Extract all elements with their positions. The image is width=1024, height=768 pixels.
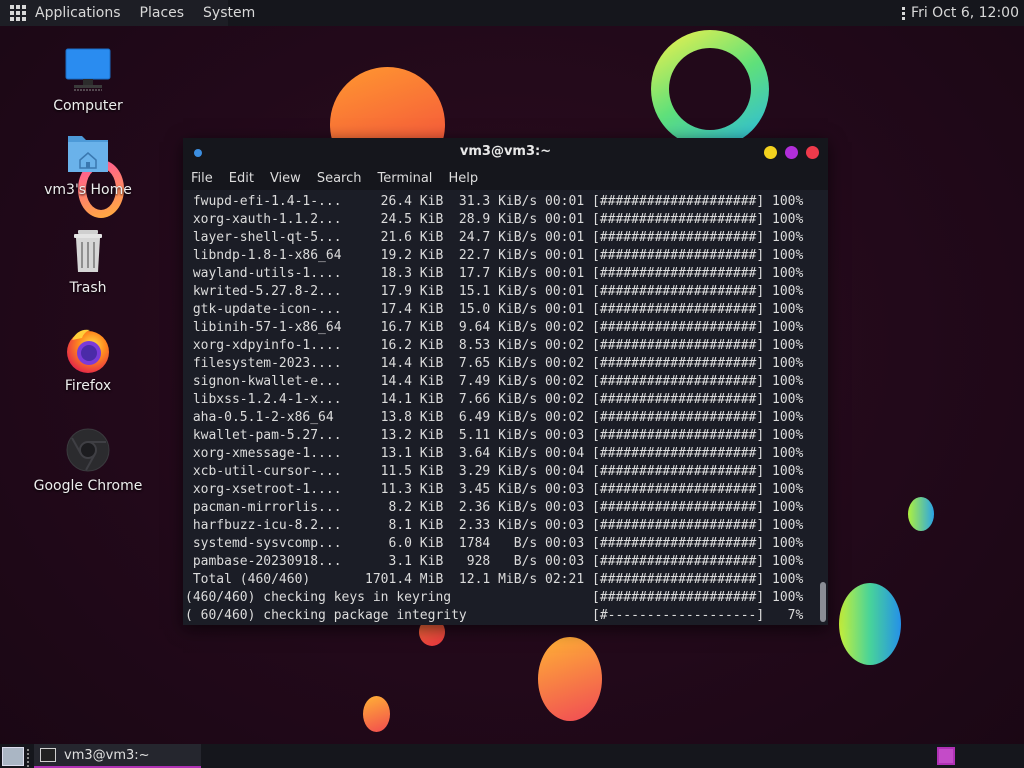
terminal-line: harfbuzz-icu-8.2... 8.1 KiB 2.33 KiB/s 0…	[185, 518, 804, 533]
desktop-icon-label: Computer	[53, 98, 123, 114]
applications-menu[interactable]: Applications	[35, 5, 121, 21]
terminal-line: xcb-util-cursor-... 11.5 KiB 3.29 KiB/s …	[185, 464, 804, 479]
menu-help[interactable]: Help	[448, 171, 478, 186]
menu-file[interactable]: File	[191, 171, 213, 186]
terminal-line: libndp-1.8-1-x86_64 19.2 KiB 22.7 KiB/s …	[185, 248, 804, 263]
terminal-line: systemd-sysvcomp... 6.0 KiB 1784 B/s 00:…	[185, 536, 804, 551]
trash-icon	[64, 228, 112, 276]
terminal-menubar: File Edit View Search Terminal Help	[183, 166, 828, 190]
panel-separator	[27, 749, 29, 767]
terminal-line: pambase-20230918... 3.1 KiB 928 B/s 00:0…	[185, 554, 804, 569]
desktop-icon-label: Google Chrome	[33, 478, 143, 494]
terminal-line: ( 60/460) checking package integrity [#-…	[185, 608, 804, 623]
terminal-line: xorg-xmessage-1.... 13.1 KiB 3.64 KiB/s …	[185, 446, 804, 461]
workspace-switcher[interactable]	[937, 747, 955, 765]
taskbar-item-label: vm3@vm3:~	[64, 747, 150, 763]
minimize-button[interactable]	[764, 146, 777, 159]
menu-search[interactable]: Search	[317, 171, 362, 186]
menu-view[interactable]: View	[270, 171, 301, 186]
desktop-icon-firefox[interactable]: Firefox	[28, 326, 148, 394]
desktop-icon-home[interactable]: vm3's Home	[28, 130, 148, 198]
wallpaper-small-orange-dot	[363, 696, 390, 732]
maximize-button[interactable]	[785, 146, 798, 159]
desktop-icon-trash[interactable]: Trash	[28, 228, 148, 296]
terminal-line: xorg-xdpyinfo-1.... 16.2 KiB 8.53 KiB/s …	[185, 338, 804, 353]
terminal-line: kwallet-pam-5.27... 13.2 KiB 5.11 KiB/s …	[185, 428, 804, 443]
home-folder-icon	[64, 130, 112, 178]
show-desktop-icon[interactable]	[2, 747, 24, 766]
panel-options-icon[interactable]	[902, 6, 906, 20]
desktop-icon-computer[interactable]: Computer	[28, 46, 148, 114]
top-panel: Applications Places System Fri Oct 6, 12…	[0, 0, 1024, 26]
desktop-icon-label: Firefox	[64, 378, 112, 394]
close-button[interactable]	[806, 146, 819, 159]
menu-terminal[interactable]: Terminal	[377, 171, 432, 186]
terminal-line: wayland-utils-1.... 18.3 KiB 17.7 KiB/s …	[185, 266, 804, 281]
scrollbar-thumb[interactable]	[820, 582, 826, 622]
terminal-line: pacman-mirrorlis... 8.2 KiB 2.36 KiB/s 0…	[185, 500, 804, 515]
apps-grid-icon[interactable]	[9, 4, 27, 22]
wallpaper-blue-dot	[908, 497, 934, 531]
terminal-line: Total (460/460) 1701.4 MiB 12.1 MiB/s 02…	[185, 572, 804, 587]
terminal-line: layer-shell-qt-5... 21.6 KiB 24.7 KiB/s …	[185, 230, 804, 245]
wallpaper-ring	[651, 30, 769, 148]
clock[interactable]: Fri Oct 6, 12:00	[911, 5, 1019, 21]
terminal-titlebar[interactable]: vm3@vm3:~	[183, 138, 828, 166]
terminal-line: xorg-xsetroot-1.... 11.3 KiB 3.45 KiB/s …	[185, 482, 804, 497]
desktop-icon-label: vm3's Home	[44, 182, 132, 198]
wallpaper-orange-oval	[538, 637, 602, 721]
terminal-output[interactable]: fwupd-efi-1.4-1-... 26.4 KiB 31.3 KiB/s …	[183, 191, 818, 625]
terminal-window[interactable]: vm3@vm3:~ File Edit View Search Terminal…	[183, 138, 828, 625]
desktop-icon-chrome[interactable]: Google Chrome	[28, 426, 148, 494]
wallpaper-green-blue-circle	[839, 583, 901, 665]
system-menu[interactable]: System	[203, 5, 255, 21]
terminal-line: kwrited-5.27.8-2... 17.9 KiB 15.1 KiB/s …	[185, 284, 804, 299]
computer-icon	[64, 46, 112, 94]
taskbar-item-terminal[interactable]: vm3@vm3:~	[34, 744, 201, 768]
terminal-scrollbar[interactable]	[820, 194, 826, 622]
terminal-line: libxss-1.2.4-1-x... 14.1 KiB 7.66 KiB/s …	[185, 392, 804, 407]
terminal-line: xorg-xauth-1.1.2... 24.5 KiB 28.9 KiB/s …	[185, 212, 804, 227]
terminal-line: (460/460) checking keys in keyring [####…	[185, 590, 804, 605]
menu-edit[interactable]: Edit	[229, 171, 254, 186]
terminal-line: filesystem-2023.... 14.4 KiB 7.65 KiB/s …	[185, 356, 804, 371]
terminal-line: libinih-57-1-x86_64 16.7 KiB 9.64 KiB/s …	[185, 320, 804, 335]
terminal-line: fwupd-efi-1.4-1-... 26.4 KiB 31.3 KiB/s …	[185, 194, 804, 209]
terminal-title: vm3@vm3:~	[459, 144, 552, 159]
terminal-line: aha-0.5.1-2-x86_64 13.8 KiB 6.49 KiB/s 0…	[185, 410, 804, 425]
places-menu[interactable]: Places	[140, 5, 185, 21]
firefox-icon	[64, 326, 112, 374]
terminal-line: gtk-update-icon-... 17.4 KiB 15.0 KiB/s …	[185, 302, 804, 317]
bottom-panel: vm3@vm3:~	[0, 744, 1024, 768]
chrome-icon	[64, 426, 112, 474]
desktop-icon-label: Trash	[69, 280, 107, 296]
terminal-line: signon-kwallet-e... 14.4 KiB 7.49 KiB/s …	[185, 374, 804, 389]
terminal-icon	[40, 748, 56, 762]
